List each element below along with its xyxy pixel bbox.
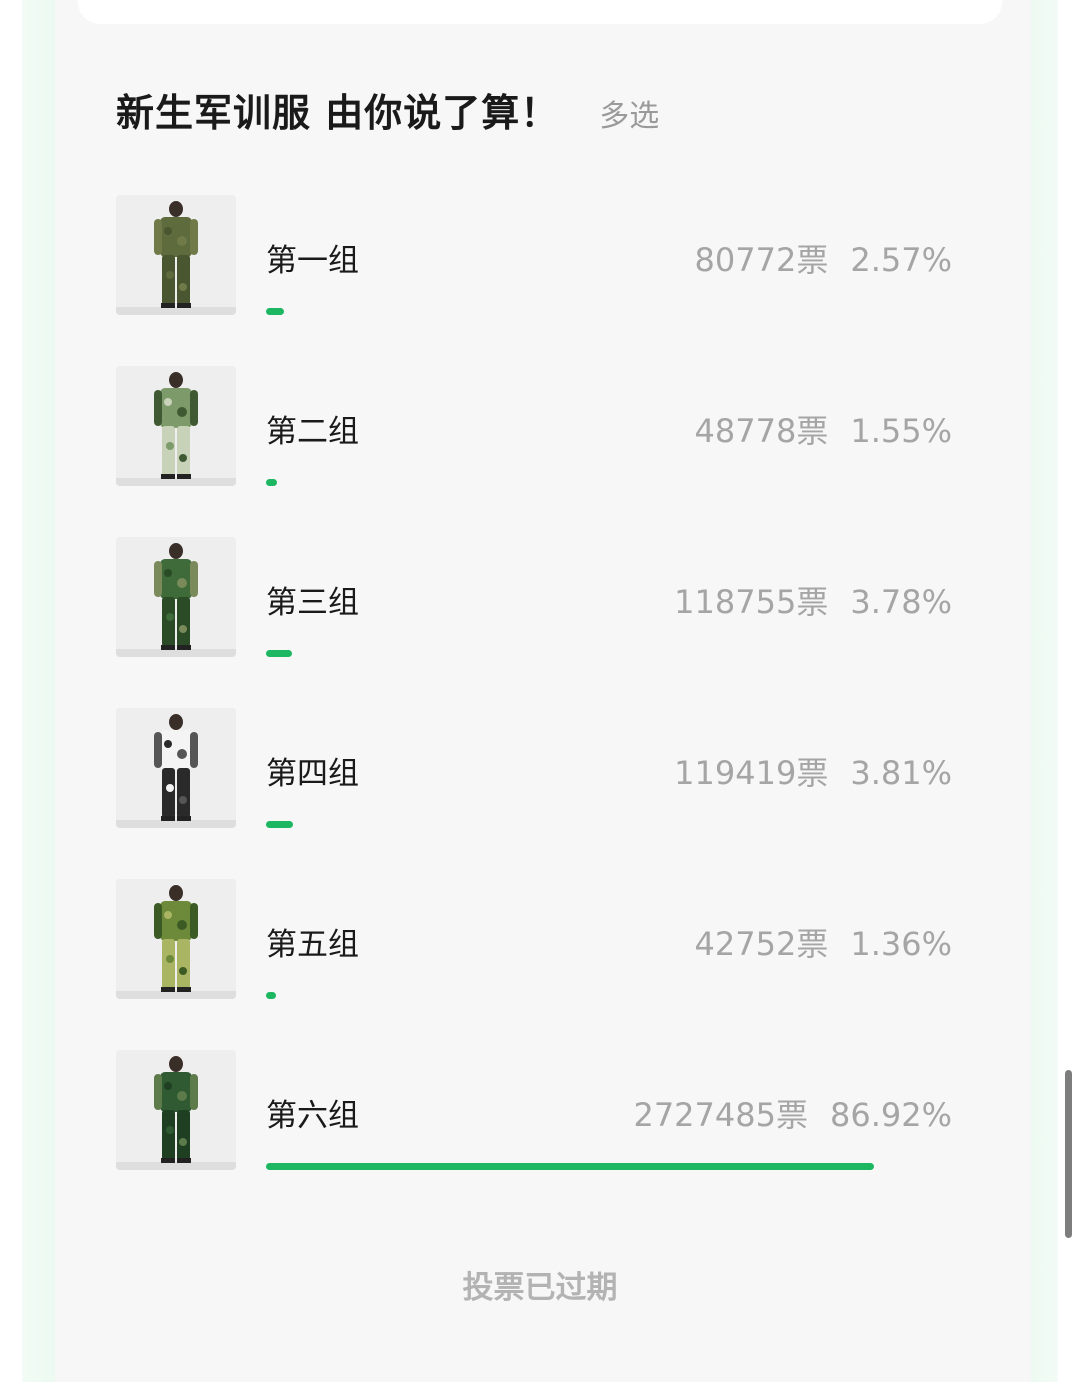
- option-stats: 80772票 2.57%: [695, 235, 952, 281]
- option-stats: 2727485票 86.92%: [633, 1090, 952, 1136]
- white-black-tracksuit-photo: [116, 708, 236, 828]
- poll-option[interactable]: 第四组 119419票 3.81%: [116, 708, 956, 830]
- option-progress-bar: [266, 650, 292, 657]
- option-progress-track: [266, 650, 906, 657]
- camo-dark-green-photo: [116, 537, 236, 657]
- option-label: 第一组: [266, 243, 359, 279]
- option-percent: 3.78%: [850, 583, 952, 621]
- option-image: [116, 366, 236, 486]
- option-votes: 118755票: [674, 583, 829, 621]
- poll-option[interactable]: 第二组 48778票 1.55%: [116, 366, 956, 488]
- option-votes: 48778票: [694, 412, 829, 450]
- scrollbar-thumb[interactable]: [1065, 1070, 1072, 1238]
- option-progress-bar: [266, 1163, 874, 1170]
- option-label: 第二组: [266, 414, 359, 450]
- option-percent: 86.92%: [829, 1096, 952, 1134]
- option-percent: 1.36%: [850, 925, 952, 963]
- option-image: [116, 1050, 236, 1170]
- option-image: [116, 537, 236, 657]
- poll-option[interactable]: 第六组 2727485票 86.92%: [116, 1050, 956, 1172]
- option-label: 第六组: [266, 1098, 359, 1134]
- camo-olive-uniform-photo: [116, 195, 236, 315]
- poll-option[interactable]: 第五组 42752票 1.36%: [116, 879, 956, 1001]
- option-stats: 119419票 3.81%: [674, 748, 952, 794]
- option-progress-bar: [266, 479, 277, 486]
- poll-title: 新生军训服 由你说了算！: [116, 91, 560, 135]
- option-percent: 3.81%: [850, 754, 952, 792]
- option-stats: 42752票 1.36%: [695, 919, 952, 965]
- option-percent: 2.57%: [850, 241, 952, 279]
- option-label: 第五组: [266, 927, 359, 963]
- camo-forest-green-photo: [116, 1050, 236, 1170]
- option-image: [116, 195, 236, 315]
- camo-bright-green-photo: [116, 879, 236, 999]
- option-label: 第四组: [266, 756, 359, 792]
- poll-option[interactable]: 第一组 80772票 2.57%: [116, 195, 956, 317]
- poll-header: 新生军训服 由你说了算！ 多选: [116, 82, 659, 137]
- option-votes: 2727485票: [633, 1096, 808, 1134]
- option-label: 第三组: [266, 585, 359, 621]
- option-progress-bar: [266, 821, 293, 828]
- option-votes: 119419票: [674, 754, 829, 792]
- option-progress-track: [266, 479, 906, 486]
- option-progress-bar: [266, 992, 276, 999]
- option-progress-track: [266, 821, 906, 828]
- option-progress-track: [266, 308, 906, 315]
- option-votes: 42752票: [694, 925, 829, 963]
- option-image: [116, 879, 236, 999]
- option-percent: 1.55%: [850, 412, 952, 450]
- option-progress-bar: [266, 308, 284, 315]
- poll-option[interactable]: 第三组 118755票 3.78%: [116, 537, 956, 659]
- option-stats: 118755票 3.78%: [674, 577, 952, 623]
- camo-woodland-light-photo: [116, 366, 236, 486]
- option-image: [116, 708, 236, 828]
- option-progress-track: [266, 1163, 906, 1170]
- option-stats: 48778票 1.55%: [695, 406, 952, 452]
- multi-select-tag: 多选: [599, 99, 660, 134]
- poll-expired-status: 投票已过期: [462, 1270, 618, 1306]
- previous-card-edge: [78, 0, 1002, 24]
- option-progress-track: [266, 992, 906, 999]
- option-votes: 80772票: [694, 241, 829, 279]
